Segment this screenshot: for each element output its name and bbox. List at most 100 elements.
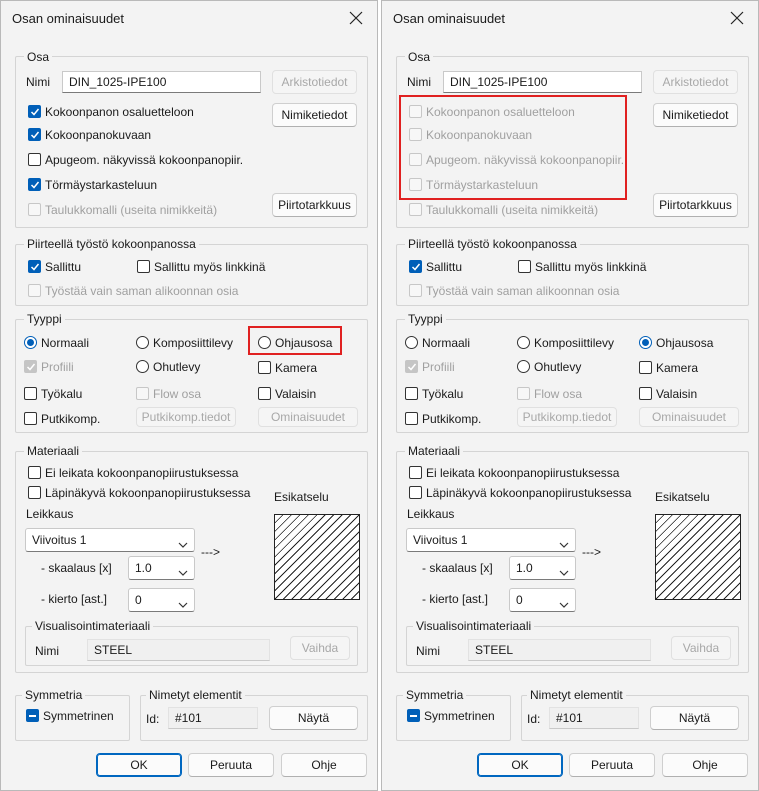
taulukkomalli-checkbox[interactable] bbox=[28, 203, 41, 216]
sallittu-label: Sallittu bbox=[426, 260, 463, 274]
chevron-down-icon bbox=[559, 537, 569, 551]
ok-button[interactable]: OK bbox=[477, 753, 563, 777]
symmetrinen-checkbox[interactable] bbox=[26, 709, 39, 722]
tormays-checkbox[interactable] bbox=[28, 178, 41, 191]
flow-osa-checkbox[interactable] bbox=[517, 387, 530, 400]
valaisin-checkbox[interactable] bbox=[639, 387, 652, 400]
kokoonpanokuva-checkbox[interactable] bbox=[28, 128, 41, 141]
chevron-down-icon bbox=[559, 597, 569, 611]
linkki-label: Sallittu myös linkkinä bbox=[154, 260, 266, 274]
viivoitus-value: Viivoitus 1 bbox=[413, 533, 468, 547]
highlight-osa-checks bbox=[399, 95, 627, 200]
skaalaus-label: - skaalaus [x] bbox=[422, 561, 493, 575]
nimi-field[interactable]: DIN_1025-IPE100 bbox=[62, 71, 261, 93]
viivoitus-value: Viivoitus 1 bbox=[32, 533, 87, 547]
sallittu-checkbox[interactable] bbox=[409, 260, 422, 273]
ei-leikata-label: Ei leikata kokoonpanopiirustuksessa bbox=[45, 466, 239, 480]
apugeom-checkbox[interactable] bbox=[28, 153, 41, 166]
normaali-label: Normaali bbox=[41, 336, 90, 350]
vaihda-button[interactable]: Vaihda bbox=[671, 636, 731, 660]
alikoonnan-checkbox[interactable] bbox=[409, 284, 422, 297]
tyyppi-group-label: Tyyppi bbox=[405, 312, 446, 326]
komposiittilevy-label: Komposiittilevy bbox=[534, 336, 615, 350]
vaihda-button[interactable]: Vaihda bbox=[290, 636, 350, 660]
tyokalu-checkbox[interactable] bbox=[24, 387, 37, 400]
id-field[interactable]: #101 bbox=[549, 707, 639, 729]
id-field[interactable]: #101 bbox=[168, 707, 258, 729]
flow-osa-checkbox[interactable] bbox=[136, 387, 149, 400]
profiili-label: Profiili bbox=[41, 360, 74, 374]
nimi-label: Nimi bbox=[407, 75, 431, 89]
nimi-field[interactable]: DIN_1025-IPE100 bbox=[443, 71, 642, 93]
nayta-button[interactable]: Näytä bbox=[269, 706, 358, 730]
taulukkomalli-checkbox[interactable] bbox=[409, 203, 422, 216]
ohje-button[interactable]: Ohje bbox=[662, 753, 748, 777]
ohutlevy-label: Ohutlevy bbox=[153, 360, 201, 374]
linkki-checkbox[interactable] bbox=[137, 260, 150, 273]
valaisin-checkbox[interactable] bbox=[258, 387, 271, 400]
ei-leikata-checkbox[interactable] bbox=[28, 466, 41, 479]
nimiketiedot-button[interactable]: Nimiketiedot bbox=[272, 103, 357, 127]
valaisin-label: Valaisin bbox=[656, 387, 698, 401]
nimiketiedot-button[interactable]: Nimiketiedot bbox=[653, 103, 738, 127]
lapinakyva-checkbox[interactable] bbox=[28, 486, 41, 499]
vis-nimi-field[interactable]: STEEL bbox=[468, 639, 651, 661]
tyosto-group-label: Piirteellä työstö kokoonpanossa bbox=[405, 237, 580, 251]
piirtotarkkuus-button[interactable]: Piirtotarkkuus bbox=[272, 193, 357, 217]
chevron-down-icon bbox=[178, 537, 188, 551]
alikoonnan-checkbox[interactable] bbox=[28, 284, 41, 297]
skaalaus-value: 1.0 bbox=[135, 561, 152, 575]
peruuta-button[interactable]: Peruuta bbox=[188, 753, 274, 777]
arkistotiedot-button[interactable]: Arkistotiedot bbox=[272, 70, 357, 94]
tyyppi-group-label: Tyyppi bbox=[24, 312, 65, 326]
ei-leikata-checkbox[interactable] bbox=[409, 466, 422, 479]
ominaisuudet-button[interactable]: Ominaisuudet bbox=[258, 407, 358, 427]
ohje-button[interactable]: Ohje bbox=[281, 753, 367, 777]
putkikomp-checkbox[interactable] bbox=[24, 412, 37, 425]
kierto-select[interactable]: 0 bbox=[509, 588, 576, 612]
komposiittilevy-radio[interactable] bbox=[136, 336, 149, 349]
kierto-select[interactable]: 0 bbox=[128, 588, 195, 612]
ohutlevy-radio[interactable] bbox=[517, 360, 530, 373]
piirtotarkkuus-button[interactable]: Piirtotarkkuus bbox=[653, 193, 738, 217]
putkikomp-tiedot-button[interactable]: Putkikomp.tiedot bbox=[517, 407, 617, 427]
ok-button[interactable]: OK bbox=[96, 753, 182, 777]
kamera-checkbox[interactable] bbox=[258, 361, 271, 374]
kamera-checkbox[interactable] bbox=[639, 361, 652, 374]
skaalaus-select[interactable]: 1.0 bbox=[509, 556, 576, 580]
highlight-ohjausosa bbox=[248, 326, 342, 355]
vis-nimi-label: Nimi bbox=[416, 644, 440, 658]
symmetrinen-label: Symmetrinen bbox=[43, 709, 114, 723]
ohjausosa-label: Ohjausosa bbox=[656, 336, 714, 350]
sallittu-checkbox[interactable] bbox=[28, 260, 41, 273]
apugeom-label: Apugeom. näkyvissä kokoonpanopiir. bbox=[45, 153, 244, 167]
vis-nimi-field[interactable]: STEEL bbox=[87, 639, 270, 661]
normaali-label: Normaali bbox=[422, 336, 471, 350]
close-icon[interactable] bbox=[343, 5, 369, 31]
dialog-title: Osan ominaisuudet bbox=[12, 11, 125, 26]
arkistotiedot-button[interactable]: Arkistotiedot bbox=[653, 70, 738, 94]
lapinakyva-checkbox[interactable] bbox=[409, 486, 422, 499]
symmetrinen-checkbox[interactable] bbox=[407, 709, 420, 722]
close-icon[interactable] bbox=[724, 5, 750, 31]
leikkaus-label: Leikkaus bbox=[407, 507, 455, 521]
normaali-radio[interactable] bbox=[405, 336, 418, 349]
ohjausosa-radio[interactable] bbox=[639, 336, 652, 349]
symmetria-group-label: Symmetria bbox=[22, 688, 86, 702]
viivoitus-select[interactable]: Viivoitus 1 bbox=[406, 528, 576, 552]
ominaisuudet-button[interactable]: Ominaisuudet bbox=[639, 407, 739, 427]
peruuta-button[interactable]: Peruuta bbox=[569, 753, 655, 777]
osaluettelo-checkbox[interactable] bbox=[28, 105, 41, 118]
viivoitus-select[interactable]: Viivoitus 1 bbox=[25, 528, 195, 552]
normaali-radio[interactable] bbox=[24, 336, 37, 349]
putkikomp-checkbox[interactable] bbox=[405, 412, 418, 425]
linkki-checkbox[interactable] bbox=[518, 260, 531, 273]
skaalaus-select[interactable]: 1.0 bbox=[128, 556, 195, 580]
ohutlevy-radio[interactable] bbox=[136, 360, 149, 373]
nayta-button[interactable]: Näytä bbox=[650, 706, 739, 730]
title-bar: Osan ominaisuudet bbox=[1, 1, 377, 37]
vis-nimi-label: Nimi bbox=[35, 644, 59, 658]
putkikomp-tiedot-button[interactable]: Putkikomp.tiedot bbox=[136, 407, 236, 427]
komposiittilevy-radio[interactable] bbox=[517, 336, 530, 349]
tyokalu-checkbox[interactable] bbox=[405, 387, 418, 400]
